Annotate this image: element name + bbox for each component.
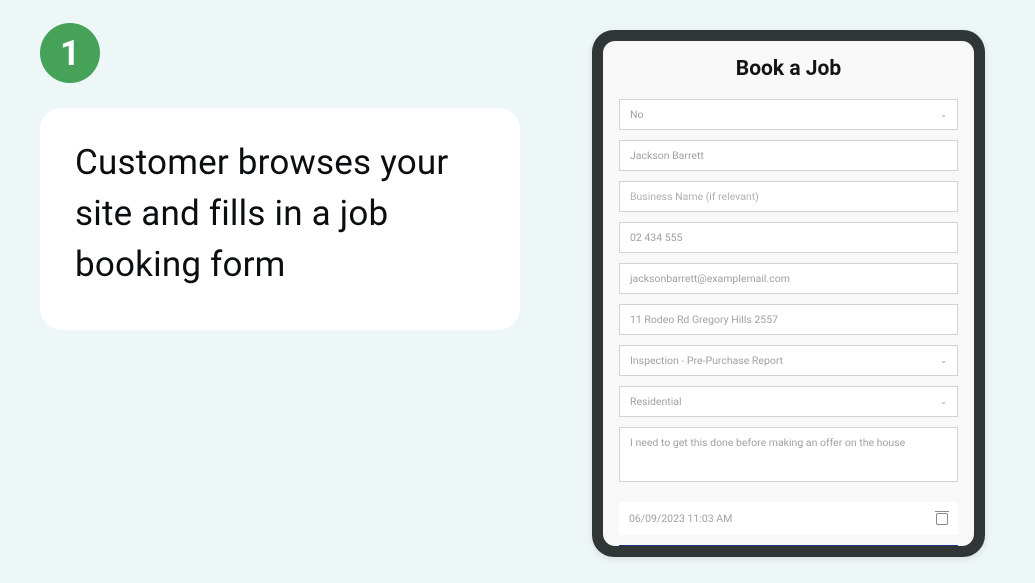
- address-input[interactable]: 11 Rodeo Rd Gregory Hills 2557: [619, 304, 958, 335]
- description-card: Customer browses your site and fills in …: [40, 108, 520, 330]
- address-value: 11 Rodeo Rd Gregory Hills 2557: [630, 313, 778, 326]
- step-description: Customer browses your site and fills in …: [75, 138, 485, 290]
- email-input[interactable]: jacksonbarrett@examplemail.com: [619, 263, 958, 294]
- service-select[interactable]: Inspection - Pre-Purchase Report ⌄: [619, 345, 958, 376]
- step-badge: 1: [40, 23, 100, 83]
- phone-input[interactable]: 02 434 555: [619, 222, 958, 253]
- chevron-down-icon: ⌄: [940, 110, 947, 119]
- notes-value: I need to get this done before making an…: [630, 436, 905, 449]
- service-value: Inspection - Pre-Purchase Report: [630, 354, 783, 367]
- datetime-value: 06/09/2023 11:03 AM: [629, 512, 732, 525]
- chevron-down-icon: ⌄: [940, 356, 947, 365]
- form-title: Book a Job: [619, 57, 958, 81]
- name-value: Jackson Barrett: [630, 149, 704, 162]
- notes-textarea[interactable]: I need to get this done before making an…: [619, 427, 958, 482]
- datetime-input[interactable]: 06/09/2023 11:03 AM: [619, 502, 958, 535]
- business-placeholder: Business Name (if relevant): [630, 190, 759, 203]
- existing-customer-select[interactable]: No ⌄: [619, 99, 958, 130]
- property-type-select[interactable]: Residential ⌄: [619, 386, 958, 417]
- business-name-input[interactable]: Business Name (if relevant): [619, 181, 958, 212]
- tablet-screen: Book a Job No ⌄ Jackson Barrett Business…: [603, 41, 974, 546]
- email-value: jacksonbarrett@examplemail.com: [630, 272, 790, 285]
- phone-value: 02 434 555: [630, 231, 682, 244]
- tablet-device-frame: Book a Job No ⌄ Jackson Barrett Business…: [592, 30, 985, 557]
- chevron-down-icon: ⌄: [940, 397, 947, 406]
- existing-customer-value: No: [630, 108, 643, 121]
- step-number: 1: [60, 33, 80, 74]
- calendar-icon: [936, 513, 948, 525]
- property-type-value: Residential: [630, 395, 682, 408]
- submit-button[interactable]: Submit: [619, 545, 958, 546]
- name-input[interactable]: Jackson Barrett: [619, 140, 958, 171]
